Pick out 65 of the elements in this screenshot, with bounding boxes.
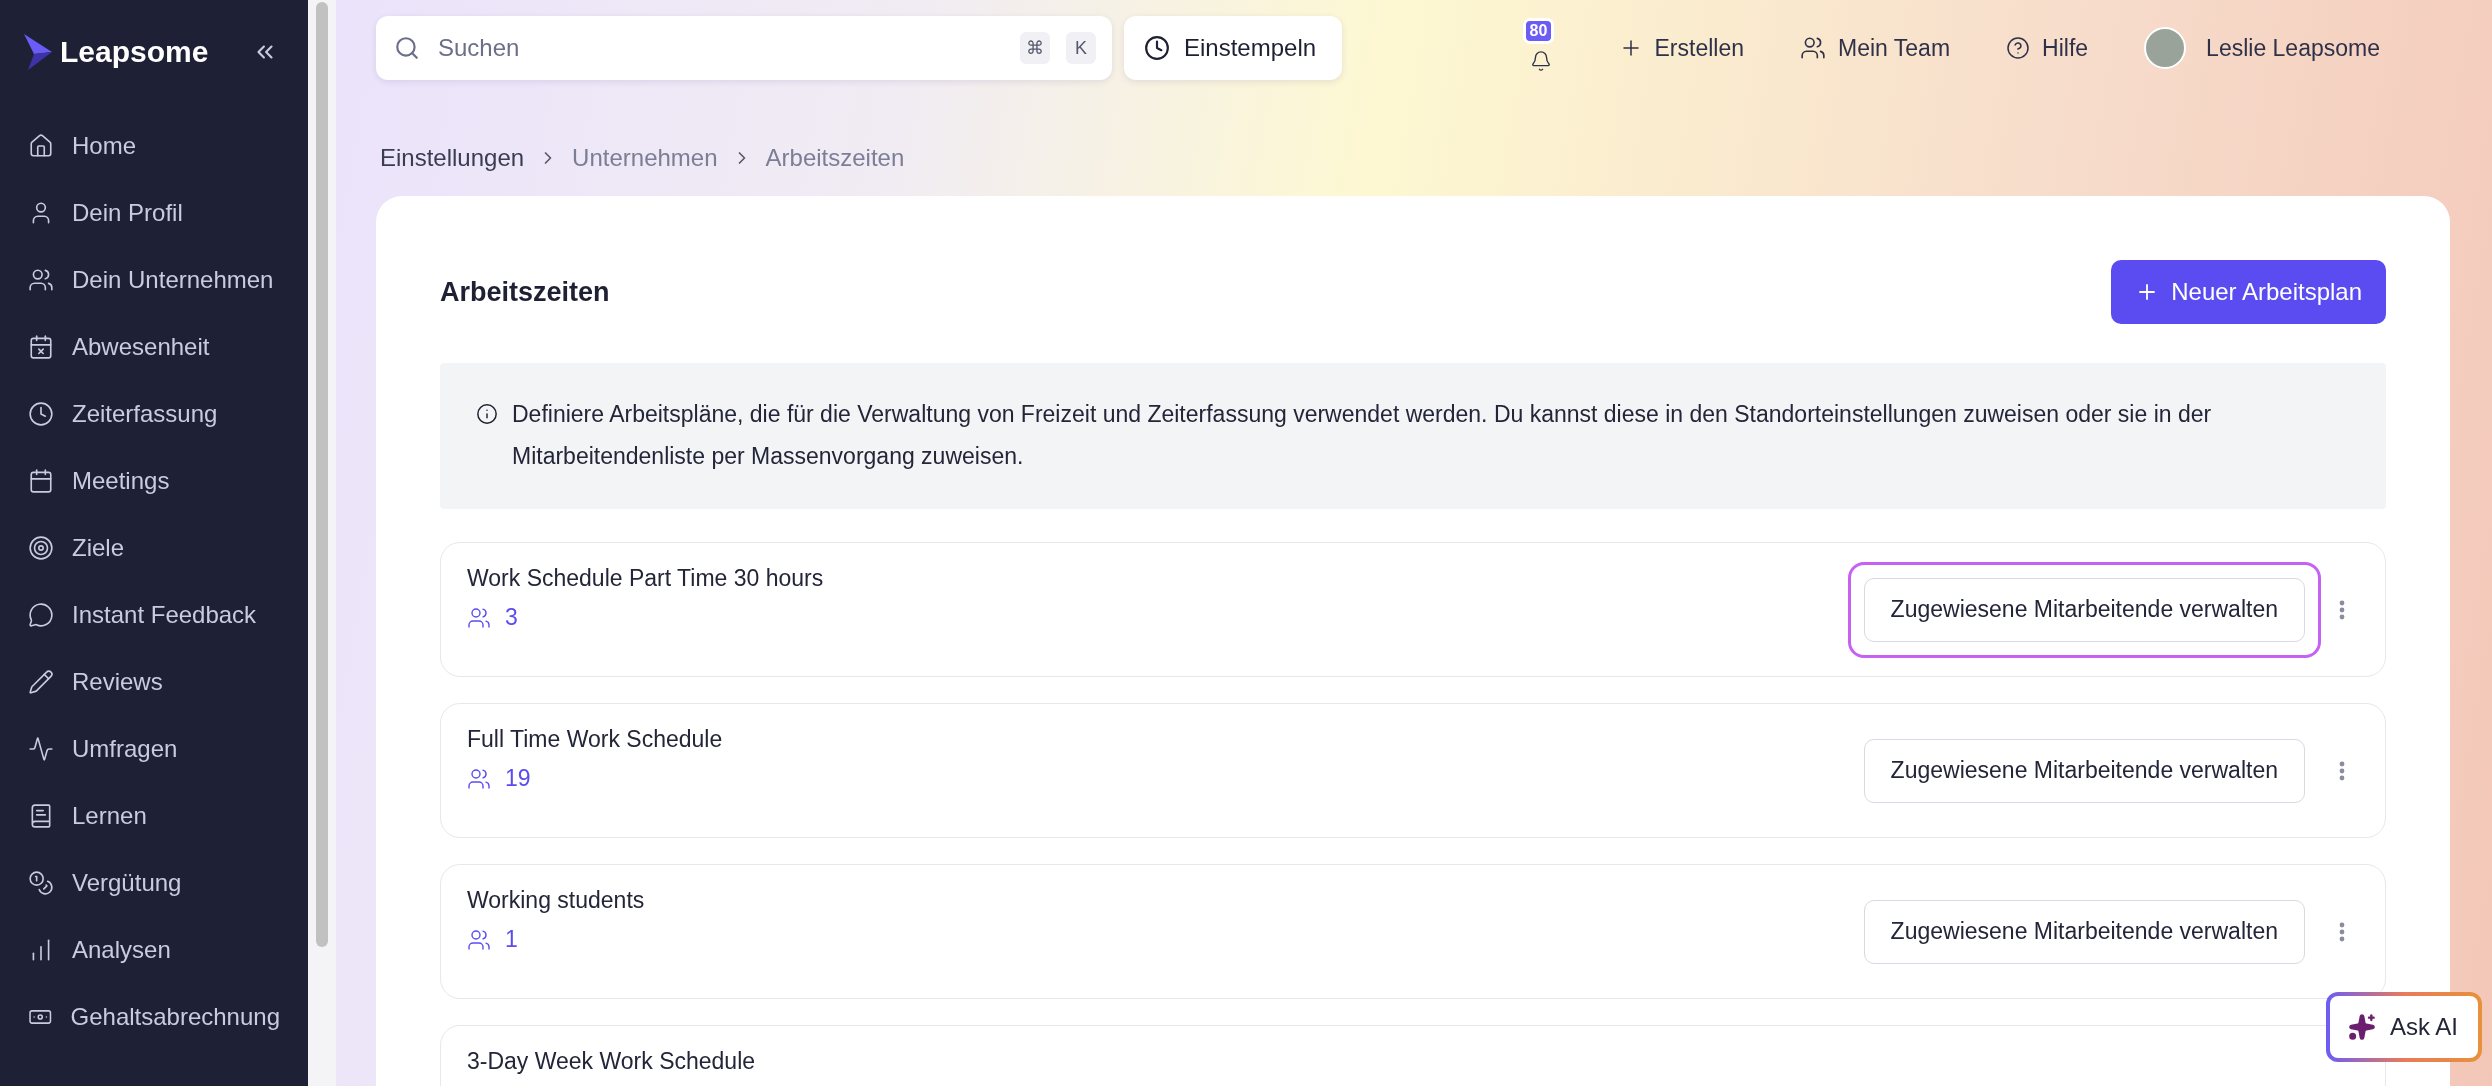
clock-in-button[interactable]: Einstempeln [1124,16,1343,80]
sparkle-icon [2347,1013,2376,1041]
people-icon [467,927,491,952]
manage-employees-button[interactable]: Zugewiesene Mitarbeitende verwalten [1863,899,2305,964]
notification-badge: 80 [1522,18,1555,44]
more-icon [2339,921,2345,942]
sidebar-item[interactable]: Instant Feedback [0,581,308,648]
info-icon [476,403,498,425]
breadcrumb-link[interactable]: Einstellungen [380,144,525,172]
schedule-name: Full Time Work Schedule [467,726,724,753]
nav-icon [28,668,54,695]
sidebar-item[interactable]: Gehaltsabrechnung [0,983,308,1050]
search-box[interactable]: Suchen ⌘ K [376,16,1112,80]
sidebar-item[interactable]: Analysen [0,916,308,983]
help-icon [2006,36,2031,60]
bell-icon [1529,50,1552,72]
sidebar-item[interactable]: Meetings [0,447,308,514]
nav-icon [28,534,54,561]
people-icon [467,605,491,630]
avatar [2144,27,2187,69]
create-link[interactable]: Erstellen [1618,34,1744,62]
sidebar-item[interactable]: Dein Unternehmen [0,246,308,313]
team-icon [1800,35,1826,61]
manage-employees-button[interactable]: Zugewiesene Mitarbeitende verwalten [1863,577,2305,642]
nav-icon [28,467,54,494]
nav-icon [28,266,54,293]
schedule-name: Working students [467,887,646,914]
info-text: Definiere Arbeitspläne, die für die Verwaltung von Freizeit und Zeiterfassung verwendet werden. Du kannst diese in den Standorteinstellungen zuweisen oder sie in der Mitarbeitendenliste per Massenvorgang zuweisen. [512,400,2213,471]
schedule-name: Work Schedule Part Time 30 hours [467,565,825,592]
more-icon [2339,599,2345,620]
sidebar-item[interactable]: Lernen [0,782,308,849]
team-link[interactable]: Mein Team [1800,34,1951,62]
notifications-button[interactable]: 80 [1518,18,1563,78]
sidebar-item[interactable]: Vergütung [0,849,308,916]
nav-icon [28,333,54,360]
assigned-count[interactable]: 1 [467,926,1848,953]
manage-employees-button[interactable]: Zugewiesene Mitarbeitende verwalten [1863,738,2305,803]
assigned-count[interactable]: 19 [467,765,1848,792]
nav-icon [28,869,54,896]
assigned-count[interactable]: 3 [467,604,1848,631]
schedule-name: 3-Day Week Work Schedule [467,1048,757,1075]
search-icon [394,35,420,61]
scrollbar-thumb[interactable] [316,2,328,947]
search-field[interactable]: Suchen [436,25,1004,71]
user-menu[interactable]: Leslie Leapsome [2144,27,2380,69]
logo[interactable]: Leapsome [22,32,209,72]
clock-icon [1144,35,1170,61]
nav-icon [28,132,54,159]
nav-icon [28,400,54,427]
people-icon [467,766,491,791]
sidebar-item[interactable]: Reviews [0,648,308,715]
help-link[interactable]: Hilfe [2006,34,2089,62]
sidebar-item[interactable]: Dein Profil [0,179,308,246]
sidebar-item[interactable]: Umfragen [0,715,308,782]
sidebar-item[interactable]: Home [0,112,308,179]
sidebar-item[interactable]: Zeiterfassung [0,380,308,447]
sidebar-item[interactable]: Abwesenheit [0,313,308,380]
shortcut-key: ⌘ [1020,32,1050,64]
page-title: Arbeitszeiten [440,276,610,308]
nav-icon [28,601,54,628]
more-icon [2339,760,2345,781]
shortcut-key: K [1066,32,1096,64]
new-schedule-button[interactable]: Neuer Arbeitsplan [2111,260,2386,324]
nav-icon [28,735,54,762]
sidebar-item[interactable]: Ziele [0,514,308,581]
